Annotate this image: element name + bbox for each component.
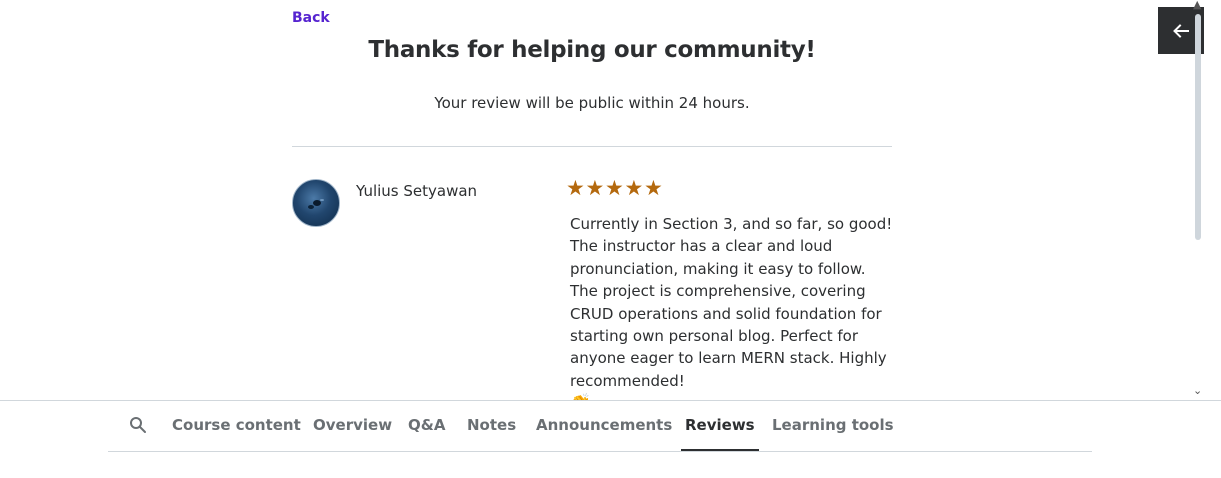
star-rating: ★ ★ ★ ★ ★ — [566, 176, 664, 200]
course-tabs-bar: Course content Overview Q&A Notes Announ… — [0, 400, 1221, 478]
star-icon: ★ — [605, 176, 624, 200]
clapping-hands-icon: 👏 — [570, 392, 591, 400]
divider — [292, 146, 892, 147]
reviewer-name: Yulius Setyawan — [356, 182, 478, 200]
tab-list: Course content Overview Q&A Notes Announ… — [108, 401, 1092, 452]
star-icon: ★ — [585, 176, 605, 200]
review-confirmation-panel: Back Thanks for helping our community! Y… — [0, 0, 1221, 400]
back-link[interactable]: Back — [292, 10, 330, 26]
review-text: Currently in Section 3, and so far, so g… — [570, 213, 895, 400]
review-body: Currently in Section 3, and so far, so g… — [570, 215, 893, 390]
tab-qa[interactable]: Q&A — [408, 401, 445, 450]
tab-learning-tools[interactable]: Learning tools — [772, 401, 894, 450]
tab-notes[interactable]: Notes — [467, 401, 516, 450]
scrollbar-thumb[interactable] — [1195, 14, 1201, 240]
star-icon: ★ — [566, 176, 585, 200]
tab-overview[interactable]: Overview — [313, 401, 392, 450]
arrow-left-icon — [1173, 23, 1189, 38]
tab-course-content[interactable]: Course content — [172, 401, 301, 450]
tab-announcements[interactable]: Announcements — [536, 401, 672, 450]
scroll-down-icon[interactable]: ⌄ — [1193, 384, 1202, 397]
tab-reviews[interactable]: Reviews — [681, 401, 759, 451]
search-icon[interactable] — [128, 415, 148, 435]
avatar — [292, 179, 340, 227]
scrollbar[interactable]: ▲ ⌄ — [1191, 0, 1207, 400]
star-icon: ★ — [644, 176, 663, 200]
star-icon: ★ — [624, 176, 644, 200]
scroll-up-icon[interactable]: ▲ — [1193, 0, 1201, 11]
page-title: Thanks for helping our community! — [368, 37, 816, 63]
confirmation-message: Your review will be public within 24 hou… — [434, 94, 750, 112]
